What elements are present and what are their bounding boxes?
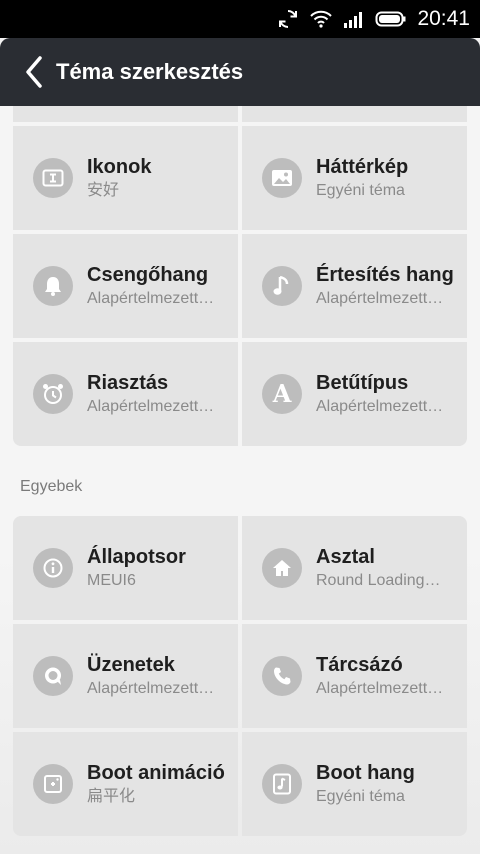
boot-sound-icon — [262, 764, 302, 804]
tile-alarm[interactable]: Riasztás Alapértelmezett… — [13, 342, 238, 446]
signal-icon — [343, 9, 365, 29]
phone-icon — [262, 656, 302, 696]
theme-components-group: Ikonok 安好 Háttérkép Egyéni téma Csengőha… — [13, 106, 467, 446]
tile-subtitle: Alapértelmezett… — [316, 397, 444, 415]
page-title: Téma szerkesztés — [56, 59, 244, 84]
theme-editor-list[interactable]: Ikonok 安好 Háttérkép Egyéni téma Csengőha… — [0, 106, 480, 854]
tile-hidden-right[interactable] — [242, 106, 467, 122]
tile-title: Ikonok — [87, 155, 152, 178]
tile-subtitle: Alapértelmezett… — [87, 289, 215, 307]
tile-ringtone[interactable]: Csengőhang Alapértelmezett… — [13, 234, 238, 338]
tile-subtitle: Alapértelmezett… — [316, 679, 444, 697]
tile-title: Betűtípus — [316, 371, 409, 394]
chevron-left-icon — [26, 56, 42, 88]
sync-icon — [277, 8, 299, 30]
tile-desktop[interactable]: Asztal Round Loading… — [242, 516, 467, 620]
others-group: Állapotsor MEUI6 Asztal Round Loading… Ü… — [13, 516, 467, 836]
tile-title: Asztal — [316, 545, 375, 568]
tile-hidden-left[interactable] — [13, 106, 238, 122]
app-header: Téma szerkesztés — [0, 38, 480, 106]
icons-icon — [33, 158, 73, 198]
alarm-clock-icon — [33, 374, 73, 414]
battery-icon — [375, 10, 407, 28]
tile-subtitle: Alapértelmezett… — [87, 397, 215, 415]
tile-wallpaper[interactable]: Háttérkép Egyéni téma — [242, 126, 467, 230]
tile-subtitle: Round Loading… — [316, 571, 441, 589]
tile-subtitle: Alapértelmezett… — [87, 679, 215, 697]
tile-title: Állapotsor — [87, 545, 186, 568]
tile-title: Üzenetek — [87, 653, 175, 676]
tile-title: Csengőhang — [87, 263, 209, 286]
wifi-icon — [309, 9, 333, 29]
tile-title: Háttérkép — [316, 155, 409, 178]
info-icon — [33, 548, 73, 588]
tile-subtitle: 扁平化 — [87, 787, 136, 805]
tile-subtitle: MEUI6 — [87, 571, 136, 589]
tile-messages[interactable]: Üzenetek Alapértelmezett… — [13, 624, 238, 728]
status-bar: 20:41 — [0, 0, 480, 38]
boot-animation-icon — [33, 764, 73, 804]
music-note-icon — [262, 266, 302, 306]
section-label-others: Egyebek — [20, 478, 83, 495]
tile-title: Értesítés hang — [316, 263, 454, 286]
home-icon — [262, 548, 302, 588]
tile-title: Riasztás — [87, 371, 169, 394]
tile-notification-sound[interactable]: Értesítés hang Alapértelmezett… — [242, 234, 467, 338]
tile-dialer[interactable]: Tárcsázó Alapértelmezett… — [242, 624, 467, 728]
tile-subtitle: Alapértelmezett… — [316, 289, 444, 307]
tile-subtitle: 安好 — [87, 181, 120, 199]
tile-title: Boot hang — [316, 761, 415, 784]
tile-title: Tárcsázó — [316, 653, 403, 676]
tile-font[interactable]: A Betűtípus Alapértelmezett… — [242, 342, 467, 446]
tile-boot-animation[interactable]: Boot animáció 扁平化 — [13, 732, 238, 836]
tile-subtitle: Egyéni téma — [316, 787, 405, 805]
clock: 20:41 — [417, 7, 470, 30]
wallpaper-icon — [262, 158, 302, 198]
tile-title: Boot animáció — [87, 761, 225, 784]
tile-icons[interactable]: Ikonok 安好 — [13, 126, 238, 230]
back-button[interactable] — [14, 38, 54, 106]
bell-icon — [33, 266, 73, 306]
tile-boot-sound[interactable]: Boot hang Egyéni téma — [242, 732, 467, 836]
font-icon: A — [262, 374, 302, 414]
tile-subtitle: Egyéni téma — [316, 181, 405, 199]
message-icon — [33, 656, 73, 696]
tile-status-bar[interactable]: Állapotsor MEUI6 — [13, 516, 238, 620]
